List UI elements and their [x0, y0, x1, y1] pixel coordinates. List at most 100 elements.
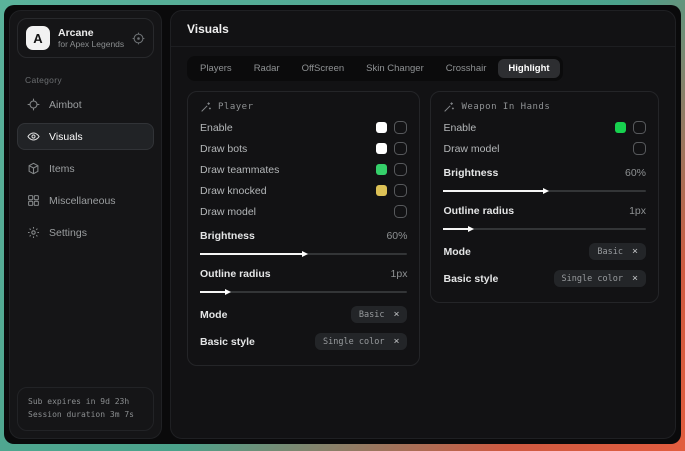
setting-row-enable: Enable	[200, 117, 407, 138]
setting-label: Brightness	[443, 167, 498, 179]
setting-label: Draw model	[200, 206, 256, 218]
color-swatch[interactable]	[376, 143, 387, 154]
app-name: Arcane	[58, 27, 124, 40]
chip-basic[interactable]: Basic×	[351, 306, 408, 323]
main-header: Visuals	[171, 11, 675, 47]
sidebar-item-label: Visuals	[49, 131, 83, 143]
checkbox[interactable]	[394, 121, 407, 134]
slider-value: 1px	[391, 268, 408, 280]
checkbox[interactable]	[394, 205, 407, 218]
eye-icon	[27, 130, 40, 143]
setting-controls	[633, 142, 646, 155]
setting-row-enable: Enable	[443, 117, 646, 138]
slider-fill	[443, 190, 542, 192]
chip-single-color[interactable]: Single color ×	[554, 270, 646, 287]
setting-row-draw-teammates: Draw teammates	[200, 159, 407, 180]
app-titles: Arcane for Apex Legends	[58, 27, 124, 50]
setting-controls	[376, 121, 407, 134]
setting-label: Mode	[443, 246, 470, 258]
slider-head: Outline radius1px	[443, 200, 646, 221]
slider-row-brightness: Brightness 60%	[443, 162, 646, 192]
sidebar-item-miscellaneous[interactable]: Miscellaneous	[17, 187, 154, 214]
grid-icon	[27, 194, 40, 207]
sidebar-item-aimbot[interactable]: Aimbot	[17, 91, 154, 118]
slider-row-outline-radius: Outline radius1px	[200, 263, 407, 293]
slider-track[interactable]	[200, 291, 407, 293]
setting-label: Enable	[443, 122, 476, 134]
checkbox[interactable]	[394, 142, 407, 155]
chip-single-color[interactable]: Single color ×	[315, 333, 407, 350]
page-title: Visuals	[187, 22, 659, 36]
checkbox[interactable]	[394, 163, 407, 176]
panel-title: Player	[200, 101, 407, 113]
category-label: Category	[25, 75, 146, 85]
close-icon[interactable]: ×	[632, 274, 638, 284]
setting-label: Draw model	[443, 143, 499, 155]
setting-controls	[394, 205, 407, 218]
checkbox[interactable]	[633, 121, 646, 134]
session-duration-text: Session duration 3m 7s	[28, 408, 143, 422]
tab-crosshair[interactable]: Crosshair	[436, 59, 497, 78]
close-icon[interactable]: ×	[632, 247, 638, 257]
wand-icon	[200, 101, 212, 113]
main-panel: Visuals PlayersRadarOffScreenSkin Change…	[170, 10, 676, 439]
sidebar-item-visuals[interactable]: Visuals	[17, 123, 154, 150]
tab-offscreen[interactable]: OffScreen	[292, 59, 355, 78]
slider-track[interactable]	[200, 253, 407, 255]
close-icon[interactable]: ×	[393, 337, 399, 347]
panel-title: Weapon In Hands	[443, 101, 646, 113]
tab-skin-changer[interactable]: Skin Changer	[356, 59, 434, 78]
slider-thumb[interactable]	[543, 188, 549, 194]
setting-label: Draw knocked	[200, 185, 267, 197]
setting-row-draw-model: Draw model	[200, 201, 407, 222]
setting-row-draw-bots: Draw bots	[200, 138, 407, 159]
panel-weapon-in-hands: Weapon In Hands Enable Draw model Brightnes…	[430, 91, 659, 303]
target-icon[interactable]	[132, 32, 145, 45]
cube-icon	[27, 162, 40, 175]
slider-thumb[interactable]	[225, 289, 231, 295]
chip-label: Basic	[597, 247, 623, 257]
chip-label: Single color	[562, 274, 623, 284]
chip-label: Single color	[323, 337, 384, 347]
chip-basic[interactable]: Basic ×	[589, 243, 646, 260]
slider-value: 60%	[386, 230, 407, 242]
tab-highlight[interactable]: Highlight	[498, 59, 559, 78]
sidebar-item-settings[interactable]: Settings	[17, 219, 154, 246]
slider-track[interactable]	[443, 228, 646, 230]
app-subtitle: for Apex Legends	[58, 39, 124, 49]
wand-icon	[443, 101, 455, 113]
setting-label: Basic style	[200, 336, 255, 348]
gear-icon	[27, 226, 40, 239]
tab-players[interactable]: Players	[190, 59, 242, 78]
checkbox[interactable]	[633, 142, 646, 155]
sidebar-item-label: Miscellaneous	[49, 195, 116, 207]
checkbox[interactable]	[394, 184, 407, 197]
settings-panels: PlayerEnableDraw botsDraw teammatesDraw …	[171, 83, 675, 374]
slider-thumb[interactable]	[468, 226, 474, 232]
color-swatch[interactable]	[376, 185, 387, 196]
color-swatch[interactable]	[615, 122, 626, 133]
chip-row-mode: Mode Basic ×	[443, 238, 646, 265]
chip-row-mode: ModeBasic×	[200, 301, 407, 328]
color-swatch[interactable]	[376, 122, 387, 133]
slider-value: 60%	[625, 167, 646, 179]
setting-label: Basic style	[443, 273, 498, 285]
close-icon[interactable]: ×	[393, 310, 399, 320]
setting-label: Brightness	[200, 230, 255, 242]
panel-player: Player EnableDraw botsDraw teammates Draw …	[187, 91, 420, 366]
sidebar-item-label: Settings	[49, 227, 87, 239]
color-swatch[interactable]	[376, 164, 387, 175]
slider-row-outline-radius: Outline radius1px	[443, 200, 646, 230]
tab-radar[interactable]: Radar	[244, 59, 290, 78]
chip-row-basic-style: Basic style Single color ×	[443, 265, 646, 292]
panel-title-label: Player	[218, 102, 254, 112]
slider-track[interactable]	[443, 190, 646, 192]
sidebar-item-label: Items	[49, 163, 75, 175]
sub-expiry-text: Sub expires in 9d 23h	[28, 395, 143, 409]
setting-controls	[376, 184, 407, 197]
setting-controls	[376, 163, 407, 176]
slider-fill	[443, 228, 467, 230]
sidebar-item-items[interactable]: Items	[17, 155, 154, 182]
slider-row-brightness: Brightness 60%	[200, 225, 407, 255]
slider-thumb[interactable]	[302, 251, 308, 257]
